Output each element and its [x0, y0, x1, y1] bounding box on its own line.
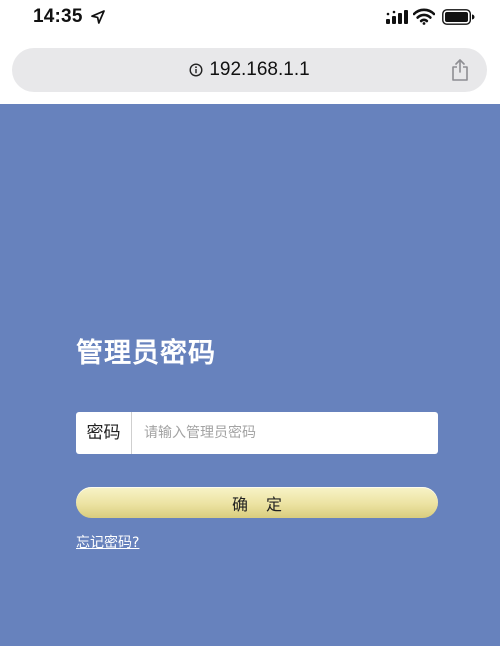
location-arrow-icon [91, 10, 105, 24]
password-input[interactable] [132, 412, 438, 454]
address-bar[interactable]: 192.168.1.1 [12, 48, 487, 92]
forgot-password-link[interactable]: 忘记密码? [76, 532, 139, 552]
wifi-icon [413, 8, 435, 25]
battery-icon [442, 9, 475, 25]
confirm-button[interactable]: 确定 [76, 487, 438, 518]
info-icon[interactable] [189, 63, 203, 77]
browser-toolbar: 192.168.1.1 [0, 38, 500, 104]
share-icon[interactable] [451, 59, 469, 81]
url-text[interactable]: 192.168.1.1 [209, 59, 309, 81]
page-title: 管理员密码 [76, 338, 216, 369]
password-label: 密码 [76, 412, 132, 454]
password-field[interactable]: 密码 [76, 412, 438, 454]
url-display[interactable]: 192.168.1.1 [12, 48, 487, 92]
status-bar: 14:35 [0, 0, 500, 38]
login-page: 管理员密码 密码 确定 忘记密码? [0, 104, 500, 646]
status-time: 14:35 [33, 6, 83, 27]
screen: 14:35 192.168.1.1 管理员密码 密码 确定 忘记密码? [0, 0, 500, 646]
signal-icon [386, 10, 408, 24]
